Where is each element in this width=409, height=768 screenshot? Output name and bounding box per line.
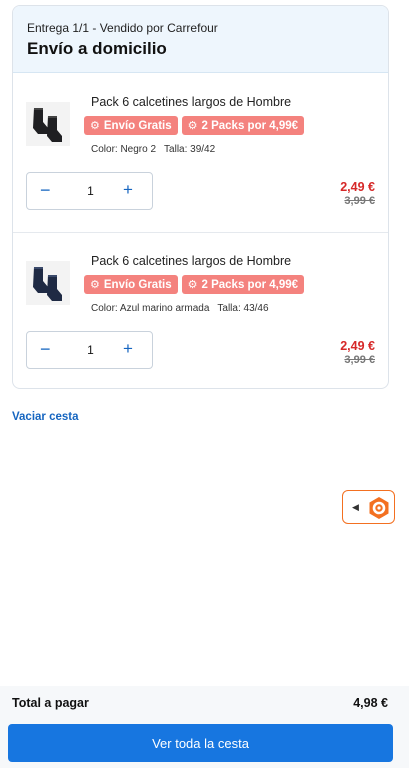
delivery-header: Entrega 1/1 - Vendido por Carrefour Enví… <box>13 6 388 73</box>
increase-quantity-button[interactable]: + <box>123 339 133 359</box>
quantity-value[interactable]: 1 <box>27 184 154 198</box>
product-title[interactable]: Pack 6 calcetines largos de Hombre <box>91 254 291 268</box>
product-size: Talla: 39/42 <box>164 144 216 155</box>
product-attributes: Color: Negro 2 Talla: 39/42 <box>91 144 215 155</box>
badge-icon: ⚙ <box>90 279 100 291</box>
free-shipping-badge: ⚙ Envío Gratis <box>84 275 178 294</box>
product-title[interactable]: Pack 6 calcetines largos de Hombre <box>91 95 291 109</box>
product-color: Color: Negro 2 <box>91 144 157 155</box>
view-cart-button[interactable]: Ver toda la cesta <box>8 724 393 762</box>
badge-label: Envío Gratis <box>103 119 172 132</box>
delivery-label: Entrega 1/1 - Vendido por Carrefour <box>27 21 218 35</box>
badge-row: ⚙ Envío Gratis ⚙ 2 Packs por 4,99€ <box>84 275 305 294</box>
quantity-stepper: − 1 + <box>26 172 153 210</box>
badge-icon: ⚙ <box>187 120 198 132</box>
product-image[interactable] <box>26 102 70 146</box>
cart-item: Pack 6 calcetines largos de Hombre ⚙ Env… <box>13 233 388 388</box>
total-label: Total a pagar <box>12 696 89 710</box>
empty-cart-link[interactable]: Vaciar cesta <box>12 411 79 423</box>
product-image[interactable] <box>26 261 70 305</box>
checkout-footer: Total a pagar 4,98 € Ver toda la cesta <box>0 686 409 768</box>
delivery-card: Entrega 1/1 - Vendido por Carrefour Enví… <box>12 5 389 389</box>
increase-quantity-button[interactable]: + <box>123 180 133 200</box>
assistant-logo-icon[interactable] <box>367 496 391 520</box>
promo-badge: ⚙ 2 Packs por 4,99€ <box>181 116 305 135</box>
badge-label: 2 Packs por 4,99€ <box>201 119 299 132</box>
collapse-arrow-icon[interactable]: ◀ <box>352 502 359 513</box>
price-block: 2,49 € 3,99 € <box>340 180 375 207</box>
total-value: 4,98 € <box>353 696 388 710</box>
socks-image <box>26 261 70 305</box>
badge-label: Envío Gratis <box>103 278 172 291</box>
product-attributes: Color: Azul marino armada Talla: 43/46 <box>91 303 269 314</box>
current-price: 2,49 € <box>340 180 375 194</box>
assistant-widget-button[interactable]: ◀ <box>342 490 395 524</box>
delivery-title: Envío a domicilio <box>27 39 167 58</box>
original-price: 3,99 € <box>344 195 375 207</box>
badge-label: 2 Packs por 4,99€ <box>201 278 299 291</box>
product-size: Talla: 43/46 <box>217 303 269 314</box>
cart-item: Pack 6 calcetines largos de Hombre ⚙ Env… <box>13 74 388 233</box>
original-price: 3,99 € <box>344 354 375 366</box>
product-color: Color: Azul marino armada <box>91 303 210 314</box>
quantity-stepper: − 1 + <box>26 331 153 369</box>
badge-icon: ⚙ <box>187 279 198 291</box>
free-shipping-badge: ⚙ Envío Gratis <box>84 116 178 135</box>
current-price: 2,49 € <box>340 339 375 353</box>
badge-icon: ⚙ <box>90 120 100 132</box>
socks-image <box>26 102 70 146</box>
badge-row: ⚙ Envío Gratis ⚙ 2 Packs por 4,99€ <box>84 116 305 135</box>
quantity-value[interactable]: 1 <box>27 343 154 357</box>
promo-badge: ⚙ 2 Packs por 4,99€ <box>181 275 305 294</box>
price-block: 2,49 € 3,99 € <box>340 339 375 366</box>
